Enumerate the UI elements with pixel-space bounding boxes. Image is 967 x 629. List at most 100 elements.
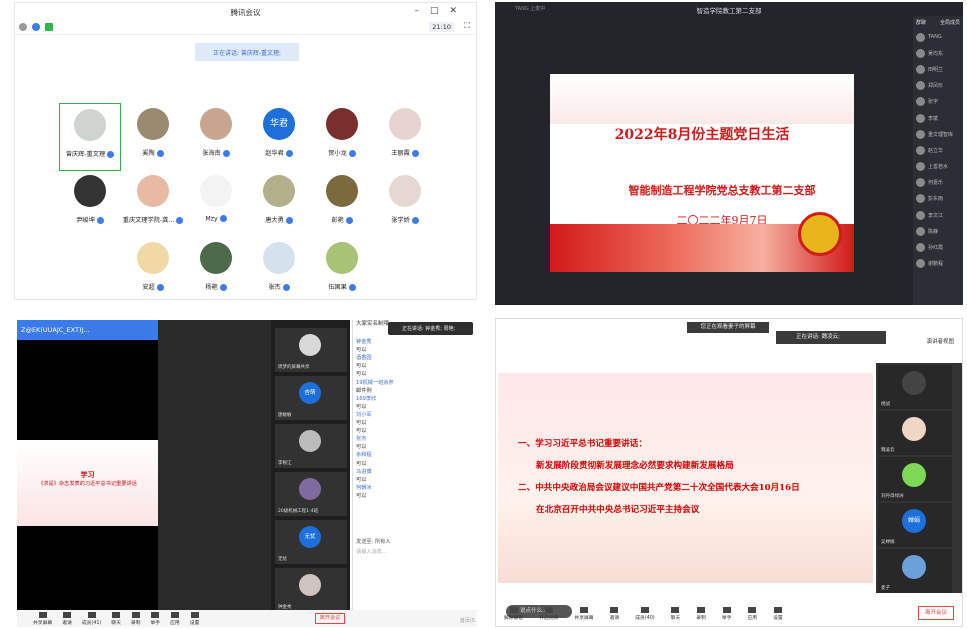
- avatar: [902, 463, 926, 487]
- participant-tile[interactable]: 杨艳: [185, 237, 247, 299]
- chat-send-to[interactable]: 发送至: 所有人: [353, 538, 391, 546]
- leave-meeting-button[interactable]: 离开会议: [918, 606, 954, 620]
- toolbar-button[interactable]: 应用: [170, 611, 180, 626]
- chat-message: 可以: [356, 371, 367, 378]
- leave-meeting-button[interactable]: 离开会议: [315, 613, 345, 624]
- video-thumbnail[interactable]: 钟金秀: [275, 568, 347, 612]
- member-item[interactable]: 陈静: [913, 223, 963, 239]
- thumbnail-name: 唐敏敏: [278, 413, 292, 418]
- video-thumbnail[interactable]: 周梦的屏幕共享: [275, 328, 347, 372]
- participant-tile[interactable]: 尹峻坤: [59, 170, 121, 238]
- participant-name-text: 张学娇: [391, 217, 410, 224]
- member-item[interactable]: 赵立华: [913, 142, 963, 158]
- toolbar-button[interactable]: 成员(40): [635, 607, 655, 621]
- toolbar-button[interactable]: 设置: [190, 611, 199, 626]
- sidebar-tab-chat[interactable]: 群聊: [916, 19, 926, 26]
- video-thumbnails[interactable]: 杨战 魏凌云刘丹母绿洲婵娟 吴婵娟 麦子: [876, 363, 962, 593]
- phone-slide-title: 学习: [80, 471, 95, 479]
- participant-tile[interactable]: 安超: [122, 237, 184, 299]
- avatar: [916, 48, 925, 58]
- video-thumbnail[interactable]: 魏凌云: [878, 411, 952, 455]
- member-item[interactable]: 彭东雨: [913, 191, 963, 207]
- toolbar-button[interactable]: 共享屏幕: [33, 611, 52, 626]
- toolbar-button[interactable]: 邀请: [610, 607, 619, 621]
- fullscreen-icon[interactable]: ⛶: [464, 21, 470, 31]
- member-item[interactable]: 李文江: [913, 207, 963, 223]
- participant-tile[interactable]: 贺小龙: [311, 103, 373, 171]
- shield-icon[interactable]: [32, 22, 40, 31]
- signal-icon[interactable]: [45, 22, 53, 31]
- toolbar-button[interactable]: 举手: [722, 607, 732, 621]
- participant-tile[interactable]: 重庆文理学院-龚...: [122, 170, 184, 238]
- member-item[interactable]: 郑凤珍: [913, 78, 963, 94]
- video-thumbnail[interactable]: 刘丹母绿洲: [878, 457, 952, 501]
- toolbar-button[interactable]: 开启视频: [539, 607, 558, 621]
- member-list: TANG 吴均东 田明兰 郑凤珍 张宇 李斌 重文理智库 赵立华 上善若水 何嘉乐 彭东雨 李文江 陈静…: [913, 29, 963, 272]
- sidebar-tab-members[interactable]: 全局成员: [940, 19, 960, 26]
- member-item[interactable]: 吴均东: [913, 45, 963, 61]
- member-item[interactable]: 李斌: [913, 110, 963, 126]
- toolbar-button[interactable]: 录制: [696, 607, 706, 621]
- window-controls[interactable]: –□✕: [414, 6, 468, 16]
- participant-tile[interactable]: 奚陶: [122, 103, 184, 171]
- toolbar-icon: [151, 611, 160, 618]
- toolbar-button[interactable]: 举手: [150, 611, 160, 626]
- participant-tile[interactable]: Mzy: [185, 170, 247, 238]
- participant-tile[interactable]: 张学娇: [374, 170, 436, 238]
- toolbar-button[interactable]: 应用: [748, 607, 757, 621]
- avatar: [916, 97, 925, 107]
- participant-tile[interactable]: 唐大勇: [248, 170, 310, 238]
- mic-icon: [96, 216, 104, 224]
- member-item[interactable]: 谢鹏程: [913, 256, 963, 272]
- chat-sender: 169李欣: [356, 395, 377, 402]
- member-item[interactable]: TANG: [913, 29, 963, 45]
- toolbar-button[interactable]: 聊天: [671, 607, 680, 621]
- video-thumbnail[interactable]: 20级机械工程1-4班: [275, 472, 347, 516]
- toolbar-button[interactable]: 成员(41): [82, 611, 101, 626]
- member-item[interactable]: 何嘉乐: [913, 175, 963, 191]
- video-thumbnail[interactable]: 杨战: [878, 365, 952, 409]
- participant-name-text: 王丽霞: [391, 150, 410, 157]
- chat-input[interactable]: 请输入消息...: [353, 548, 387, 556]
- video-thumbnail[interactable]: 无忧 无忧: [275, 520, 347, 564]
- member-item[interactable]: 上善若水: [913, 159, 963, 175]
- toolbar-button[interactable]: 解除静音: [504, 607, 523, 621]
- thumbnail-name: 刘丹母绿洲: [881, 494, 904, 499]
- toolbar-button[interactable]: 设置: [773, 607, 783, 621]
- participant-tile[interactable]: 伍国果: [311, 237, 373, 299]
- participant-tile[interactable]: 王丽霞: [374, 103, 436, 171]
- participant-name: 曾庆辉-重文理: [60, 149, 120, 158]
- avatar: 华君: [263, 108, 295, 140]
- video-thumbnail[interactable]: 麦子: [878, 549, 952, 593]
- video-thumbnail[interactable]: 杏萌 唐敏敏: [275, 376, 347, 420]
- video-thumbnail[interactable]: 婵娟 吴婵娟: [878, 503, 952, 547]
- participant-tile[interactable]: 张杰: [248, 237, 310, 299]
- bottom-toolbar: 共享屏幕 邀请 成员(41) 聊天 录制 举手 应用 设置: [17, 610, 477, 627]
- participant-tile[interactable]: 曾庆辉-重文理: [59, 103, 121, 171]
- toolbar-icon: [748, 607, 757, 613]
- participant-tile[interactable]: 张海南: [185, 103, 247, 171]
- chat-sender: 刘小军: [356, 411, 372, 418]
- participant-name-text: 张海南: [202, 150, 221, 157]
- participant-name: 唐大勇: [248, 215, 310, 224]
- member-item[interactable]: 张宇: [913, 94, 963, 110]
- view-mode-select[interactable]: 演讲者视图: [926, 337, 954, 345]
- toolbar-icon: [640, 607, 649, 613]
- member-item[interactable]: 重文理智库: [913, 126, 963, 142]
- participant-tile[interactable]: 华君 赵华君: [248, 103, 310, 171]
- toolbar-button[interactable]: 邀请: [62, 611, 72, 626]
- participant-tile[interactable]: 彭艳: [311, 170, 373, 238]
- participant-name-text: 张杰: [268, 284, 281, 291]
- member-item[interactable]: 田明兰: [913, 61, 963, 77]
- info-icon[interactable]: [19, 22, 27, 31]
- member-item[interactable]: 孙红霞: [913, 239, 963, 255]
- mic-icon: [156, 149, 164, 157]
- toolbar-icon: [190, 611, 199, 618]
- participant-name-text: 赵华君: [265, 150, 284, 157]
- toolbar-button[interactable]: 共享屏幕: [574, 607, 594, 621]
- video-thumbnails[interactable]: 周梦的屏幕共享 杏萌 唐敏敏 李根江 20级机械工程1-4班 无忧 无忧 钟金秀: [271, 320, 350, 612]
- chat-message: 可以: [356, 428, 367, 435]
- toolbar-button[interactable]: 聊天: [111, 611, 121, 626]
- video-thumbnail[interactable]: 李根江: [275, 424, 347, 468]
- toolbar-button[interactable]: 录制: [131, 611, 140, 626]
